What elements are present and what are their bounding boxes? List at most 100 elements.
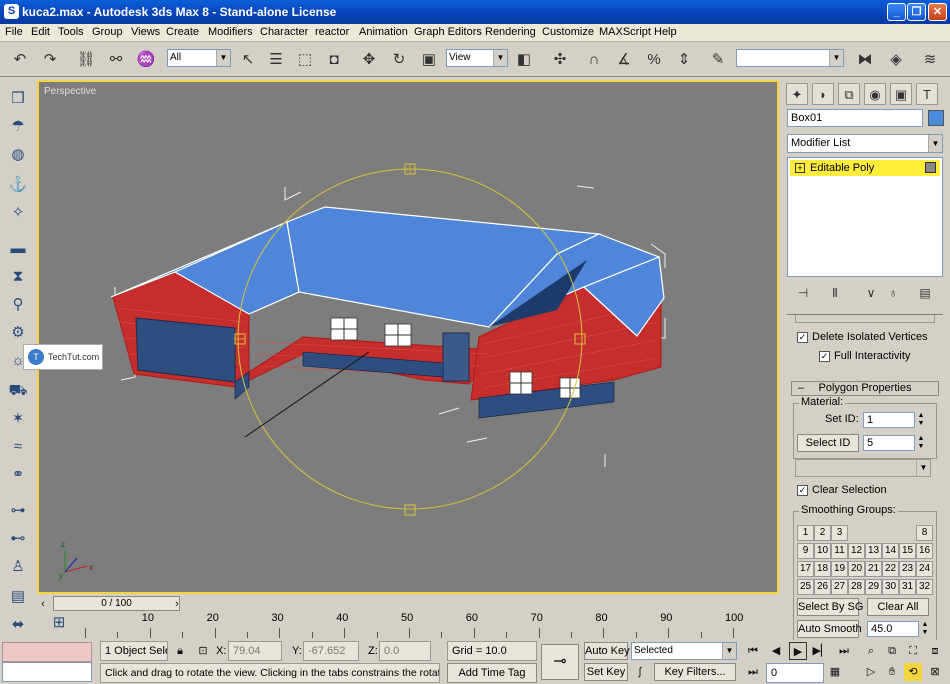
maxscript-listener-field[interactable] (2, 642, 92, 662)
clear-selection-checkbox[interactable]: ✓ Clear Selection (797, 483, 887, 499)
rectangular-selection-icon[interactable]: ⬚ (293, 48, 317, 72)
point-to-point-icon[interactable]: ⊷ (6, 528, 30, 550)
rigid-body-collection-icon[interactable]: ❒ (6, 88, 30, 110)
toy-car-icon[interactable]: ⛟ (6, 380, 30, 402)
unlink-icon[interactable]: ⚯ (104, 48, 128, 72)
smoothing-group-button[interactable]: 24 (916, 561, 933, 577)
menu-group[interactable]: Group (92, 26, 123, 38)
key-mode-dropdown[interactable]: Selected ▼ (631, 642, 737, 660)
menu-rendering[interactable]: Rendering (485, 26, 536, 38)
smoothing-group-button[interactable]: 30 (882, 579, 899, 595)
x-coordinate-field[interactable]: 79.04 (228, 641, 282, 661)
plane-icon[interactable]: ▬ (6, 238, 30, 260)
track-bar[interactable]: 10 20 30 40 50 60 70 80 90 100 (37, 612, 779, 638)
material-name-dropdown[interactable]: ▼ (795, 459, 931, 477)
arc-rotate-icon[interactable]: ⟲ (904, 663, 922, 681)
smoothing-group-button[interactable]: 14 (882, 543, 899, 559)
play-icon[interactable]: ▶ (789, 642, 807, 660)
track-bar-icon[interactable]: ⊞ (47, 612, 71, 634)
configure-modifier-sets-icon[interactable]: ▤ (915, 284, 935, 302)
display-tab-icon[interactable]: ▣ (890, 83, 912, 105)
menu-customize[interactable]: Customize (542, 26, 594, 38)
previous-frame-icon[interactable]: ◀ (767, 642, 785, 660)
ragdoll-icon[interactable]: ♙ (6, 556, 30, 578)
expand-icon[interactable]: + (795, 163, 805, 173)
zoom-extents-icon[interactable]: ⛶ (904, 642, 922, 660)
window-crossing-icon[interactable]: ◘ (322, 48, 346, 72)
smoothing-group-button[interactable]: 23 (899, 561, 916, 577)
smoothing-group-button[interactable]: 11 (831, 543, 848, 559)
pan-view-icon[interactable]: ✋︎ (883, 663, 901, 681)
angle-snap-icon[interactable]: ∡ (612, 48, 636, 72)
named-selection-icon[interactable]: ✎ (706, 48, 730, 72)
rope-collection-icon[interactable]: ⚓ (6, 174, 30, 196)
undo-icon[interactable]: ↶ (8, 48, 32, 72)
maxscript-output-field[interactable] (2, 662, 92, 682)
field-of-view-icon[interactable]: ▷ (862, 663, 880, 681)
time-slider-prev-icon[interactable]: ‹ (35, 595, 51, 613)
remove-modifier-icon[interactable]: ♁ (883, 284, 903, 302)
menu-animation[interactable]: Animation (359, 26, 408, 38)
dashpot-icon[interactable]: ⚲ (6, 294, 30, 316)
align-icon[interactable]: ◈ (884, 48, 908, 72)
menu-create[interactable]: Create (166, 26, 199, 38)
menu-character[interactable]: Character (260, 26, 308, 38)
smoothing-group-button[interactable]: 16 (916, 543, 933, 559)
clear-all-button[interactable]: Clear All (867, 598, 929, 616)
smoothing-group-button[interactable]: 1 (797, 525, 814, 541)
selection-filter-dropdown[interactable]: All ▼ (167, 49, 231, 67)
layers-icon[interactable]: ≋ (918, 48, 942, 72)
polygon-properties-rollout-header[interactable]: – Polygon Properties (791, 381, 939, 396)
zoom-icon[interactable]: ⌕ (862, 642, 880, 660)
default-in-out-tangents-icon[interactable]: ∫ (631, 663, 649, 681)
smoothing-group-button[interactable]: 27 (831, 579, 848, 595)
minimize-button[interactable]: _ (887, 3, 906, 21)
menu-reactor[interactable]: reactor (315, 26, 349, 38)
redo-icon[interactable]: ↷ (38, 48, 62, 72)
zoom-extents-all-icon[interactable]: ⧈ (926, 642, 944, 660)
time-slider-next-icon[interactable]: › (169, 595, 185, 613)
lock-selection-icon[interactable]: 🔒︎ (171, 642, 189, 660)
move-icon[interactable]: ✥ (357, 48, 381, 72)
spinner-snap-icon[interactable]: ⇕ (672, 48, 696, 72)
smoothing-group-button[interactable]: 2 (814, 525, 831, 541)
create-animation-icon[interactable]: ⬌ (6, 614, 30, 636)
zoom-all-icon[interactable]: ⧉ (883, 642, 901, 660)
deforming-mesh-icon[interactable]: ✧ (6, 202, 30, 224)
stack-item-editable-poly[interactable]: + Editable Poly (790, 160, 940, 176)
smoothing-group-button[interactable]: 10 (814, 543, 831, 559)
menu-modifiers[interactable]: Modifiers (208, 26, 253, 38)
key-mode-toggle-icon[interactable]: ⏭︎ (744, 663, 762, 681)
object-color-swatch[interactable] (928, 110, 944, 126)
preview-animation-icon[interactable]: ▤ (6, 586, 30, 608)
spinner-arrows-icon[interactable]: ▲ ▼ (916, 435, 926, 451)
smoothing-group-button[interactable]: 31 (899, 579, 916, 595)
pin-stack-icon[interactable]: ⊣ (793, 284, 813, 302)
smoothing-group-button[interactable]: 17 (797, 561, 814, 577)
spinner-arrows-icon[interactable]: ▲ ▼ (920, 621, 930, 637)
smoothing-group-button[interactable]: 19 (831, 561, 848, 577)
scale-icon[interactable]: ▣ (417, 48, 441, 72)
time-slider[interactable]: 0 / 100 (53, 596, 180, 611)
next-frame-icon[interactable]: ▶▏ (812, 642, 830, 660)
spring-icon[interactable]: ⧗ (6, 266, 30, 288)
smoothing-group-button[interactable]: 32 (916, 579, 933, 595)
hierarchy-tab-icon[interactable]: ⧉ (838, 83, 860, 105)
current-frame-field[interactable]: 0 (766, 663, 824, 683)
smoothing-group-button[interactable]: 12 (848, 543, 865, 559)
rotate-icon[interactable]: ↻ (387, 48, 411, 72)
fracture-icon[interactable]: ✶ (6, 408, 30, 430)
z-coordinate-field[interactable]: 0.0 (379, 641, 431, 661)
smoothing-group-button[interactable]: 28 (848, 579, 865, 595)
smoothing-group-button[interactable]: 13 (865, 543, 882, 559)
set-key-mode-icon[interactable]: ⊸ (541, 644, 579, 680)
smoothing-group-button[interactable]: 18 (814, 561, 831, 577)
reference-coordinate-dropdown[interactable]: View ▼ (446, 49, 508, 67)
maximize-viewport-icon[interactable]: ⊠ (926, 663, 944, 681)
time-configuration-icon[interactable]: ▦ (826, 663, 844, 681)
key-filters-button[interactable]: Key Filters... (654, 663, 736, 681)
delete-isolated-vertices-checkbox[interactable]: ✓ Delete Isolated Vertices (797, 330, 928, 346)
go-to-end-icon[interactable]: ⏭︎ (835, 642, 853, 660)
show-end-result-icon[interactable]: Ⅱ (825, 284, 845, 302)
select-id-button[interactable]: Select ID (797, 434, 859, 452)
